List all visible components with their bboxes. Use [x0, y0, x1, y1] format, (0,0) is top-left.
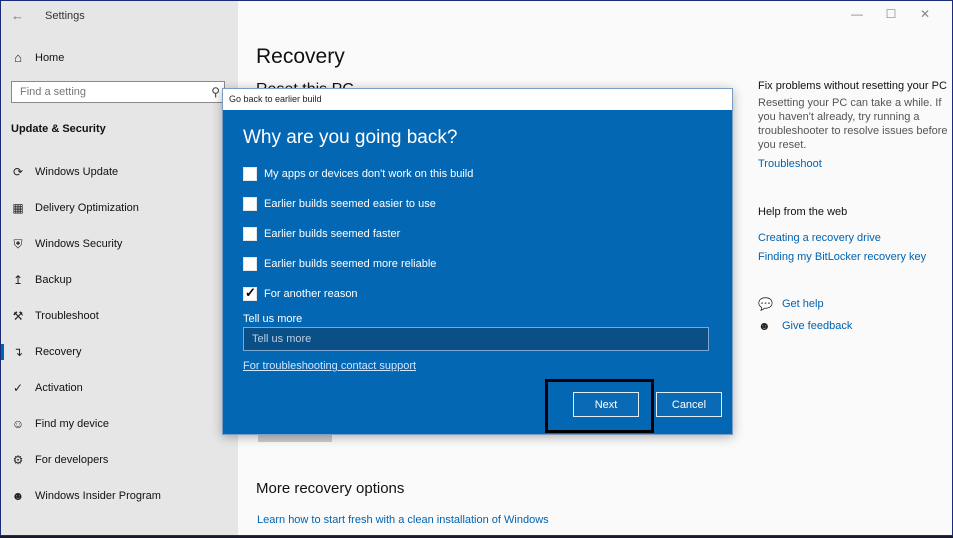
checkbox[interactable] — [243, 167, 257, 181]
insider-icon: ☻ — [11, 489, 25, 503]
reason-label: Earlier builds seemed faster — [264, 228, 401, 240]
dialog-heading: Why are you going back? — [243, 127, 458, 148]
minimize-icon[interactable]: — — [840, 7, 874, 21]
sidebar-item-windows-security[interactable]: ⛨ Windows Security — [1, 226, 238, 262]
recovery-icon: ↴ — [12, 345, 24, 359]
delivery-icon: ▦ — [12, 201, 24, 215]
home-icon: ⌂ — [14, 50, 22, 65]
sidebar-item-for-developers[interactable]: ⚙ For developers — [1, 442, 238, 478]
checkbox-checked[interactable]: ✓ — [243, 285, 257, 301]
sidebar-item-label: Recovery — [35, 346, 82, 358]
chat-icon: 💬 — [758, 297, 773, 311]
shield-icon: ⛨ — [13, 237, 23, 251]
sidebar-item-troubleshoot[interactable]: ⚒ Troubleshoot — [1, 298, 238, 334]
reason-label: Earlier builds seemed more reliable — [264, 258, 437, 270]
recovery-drive-link[interactable]: Creating a recovery drive — [758, 232, 948, 244]
fix-heading: Fix problems without resetting your PC — [758, 80, 947, 92]
highlight-box — [545, 379, 654, 433]
sidebar-item-label: Windows Update — [35, 166, 119, 178]
sidebar-item-backup[interactable]: ↥ Backup — [1, 262, 238, 298]
search-icon[interactable]: ⚲ — [211, 85, 220, 99]
person-icon: ☺ — [11, 417, 25, 431]
close-icon[interactable]: ✕ — [908, 7, 942, 21]
more-options-heading: More recovery options — [256, 480, 405, 497]
contact-support-link[interactable]: For troubleshooting contact support — [243, 360, 416, 372]
go-back-dialog: Go back to earlier build Why are you goi… — [222, 88, 733, 435]
bitlocker-link[interactable]: Finding my BitLocker recovery key — [758, 251, 948, 263]
sidebar-item-label: Backup — [35, 274, 72, 286]
give-feedback-link[interactable]: ☻ Give feedback — [758, 319, 948, 333]
nav-list: ⟳ Windows Update ▦ Delivery Optimization… — [1, 154, 238, 514]
reason-option[interactable]: Earlier builds seemed easier to use — [243, 189, 473, 219]
page-title: Recovery — [256, 45, 345, 68]
search-input[interactable]: Find a setting — [20, 86, 86, 98]
reason-option[interactable]: My apps or devices don't work on this bu… — [243, 159, 473, 189]
window-controls: — ☐ ✕ — [840, 7, 942, 21]
sidebar-item-label: For developers — [35, 454, 109, 466]
reason-label: For another reason — [264, 288, 358, 300]
sync-icon: ⟳ — [12, 165, 24, 179]
clean-install-link[interactable]: Learn how to start fresh with a clean in… — [257, 514, 549, 526]
sidebar-item-label: Windows Insider Program — [35, 490, 161, 502]
sidebar-item-delivery-optimization[interactable]: ▦ Delivery Optimization — [1, 190, 238, 226]
checkbox[interactable] — [243, 227, 257, 241]
sidebar-item-label: Find my device — [35, 418, 109, 430]
nav-section-heading: Update & Security — [11, 123, 106, 135]
reason-option[interactable]: ✓ For another reason — [243, 279, 473, 309]
sidebar-item-find-my-device[interactable]: ☺ Find my device — [1, 406, 238, 442]
feedback-icon: ☻ — [758, 319, 771, 333]
reason-label: Earlier builds seemed easier to use — [264, 198, 436, 210]
sidebar-item-label: Delivery Optimization — [35, 202, 139, 214]
reason-option[interactable]: Earlier builds seemed faster — [243, 219, 473, 249]
maximize-icon[interactable]: ☐ — [874, 7, 908, 21]
left-nav: ← Settings ⌂ Home Find a setting ⚲ Updat… — [1, 1, 238, 535]
developer-icon: ⚙ — [12, 453, 24, 467]
get-help-label: Get help — [782, 298, 824, 310]
back-arrow-icon[interactable]: ← — [11, 8, 24, 23]
nav-home[interactable]: ⌂ Home — [11, 49, 64, 67]
reason-option[interactable]: Earlier builds seemed more reliable — [243, 249, 473, 279]
sidebar-item-label: Activation — [35, 382, 83, 394]
cancel-button[interactable]: Cancel — [656, 392, 722, 417]
sidebar-item-recovery[interactable]: ↴ Recovery — [1, 334, 238, 370]
related-panel: Fix problems without resetting your PC R… — [758, 80, 948, 341]
dialog-title: Go back to earlier build — [229, 94, 322, 104]
nav-home-label: Home — [35, 52, 65, 64]
tell-us-more-placeholder: Tell us more — [252, 333, 312, 345]
search-box[interactable]: Find a setting ⚲ — [11, 81, 225, 103]
activation-icon: ✓ — [12, 381, 24, 395]
troubleshoot-link[interactable]: Troubleshoot — [758, 158, 948, 170]
backup-icon: ↥ — [12, 273, 24, 287]
reason-label: My apps or devices don't work on this bu… — [264, 168, 474, 180]
settings-window: ← Settings ⌂ Home Find a setting ⚲ Updat… — [0, 0, 953, 536]
check-icon: ✓ — [245, 285, 256, 300]
sidebar-item-label: Troubleshoot — [35, 310, 99, 322]
dialog-titlebar: Go back to earlier build — [223, 89, 732, 110]
sidebar-item-windows-insider-program[interactable]: ☻ Windows Insider Program — [1, 478, 238, 514]
sidebar-item-label: Windows Security — [35, 238, 123, 250]
web-heading: Help from the web — [758, 206, 848, 218]
get-help-link[interactable]: 💬 Get help — [758, 297, 948, 311]
tell-us-more-input[interactable]: Tell us more — [243, 327, 709, 351]
give-feedback-label: Give feedback — [782, 320, 853, 332]
checkbox[interactable] — [243, 197, 257, 211]
sidebar-item-activation[interactable]: ✓ Activation — [1, 370, 238, 406]
reason-options: My apps or devices don't work on this bu… — [243, 159, 473, 309]
sidebar-item-windows-update[interactable]: ⟳ Windows Update — [1, 154, 238, 190]
app-title: Settings — [45, 10, 85, 22]
checkbox[interactable] — [243, 257, 257, 271]
wrench-icon: ⚒ — [12, 309, 24, 323]
fix-text: Resetting your PC can take a while. If y… — [758, 97, 948, 151]
tell-us-more-label: Tell us more — [243, 313, 303, 325]
